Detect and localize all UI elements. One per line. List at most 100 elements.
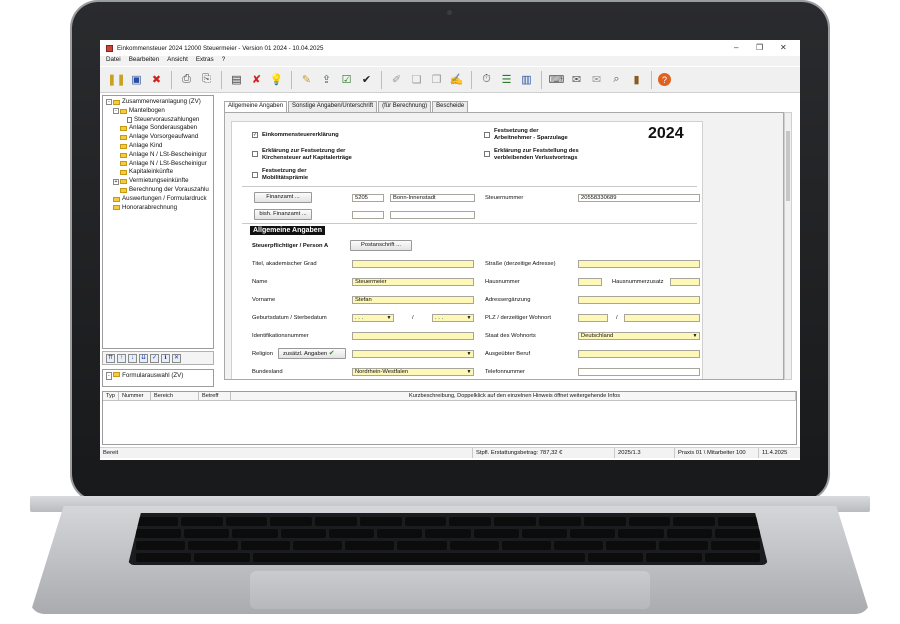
postanschrift-button[interactable]: Postanschrift ...	[350, 240, 412, 251]
tree-item[interactable]: Anlage Sonderausgaben	[106, 124, 211, 133]
tab-sonstige-angaben[interactable]: Sonstige Angaben/Unterschrift	[288, 101, 378, 112]
dropdown-arrow-icon[interactable]: ▼	[466, 370, 472, 375]
tree-item[interactable]: Steuervorauszahlungen	[106, 116, 211, 125]
menu-help[interactable]: ?	[222, 56, 226, 66]
list-icon[interactable]: ☰	[498, 71, 515, 88]
form-check-icon[interactable]: ✎	[298, 71, 315, 88]
menu-ansicht[interactable]: Ansicht	[167, 56, 188, 66]
open-icon[interactable]: ❚❚	[107, 71, 125, 88]
finanzamt-button[interactable]: Finanzamt ...	[254, 192, 312, 203]
calculate-icon[interactable]: ▤	[228, 71, 245, 88]
close-icon[interactable]: ✕	[780, 43, 787, 52]
send-icon[interactable]: ⇪	[318, 71, 335, 88]
help-icon[interactable]: ?	[658, 73, 671, 86]
paste-disabled-icon[interactable]: ❐	[428, 71, 445, 88]
collapse-icon[interactable]: -	[113, 108, 119, 115]
minimize-icon[interactable]: –	[734, 43, 738, 52]
idnr-field[interactable]	[352, 332, 474, 340]
plz-field[interactable]	[578, 314, 608, 322]
col-typ[interactable]: Typ	[103, 392, 119, 400]
scanner-icon[interactable]: ⌨	[548, 71, 565, 88]
save-icon[interactable]: ▣	[128, 71, 145, 88]
print-preview-icon[interactable]: ⎘	[198, 71, 215, 88]
delete-icon[interactable]: ✖	[148, 71, 165, 88]
print-icon[interactable]: ⎙	[178, 71, 195, 88]
info-tree-icon[interactable]: ℹ	[161, 353, 170, 363]
expand-icon[interactable]: +	[113, 178, 119, 185]
cancel-calc-icon[interactable]: ✘	[248, 71, 265, 88]
est-checkbox[interactable]: ✓	[252, 132, 258, 138]
tree-item[interactable]: + Vermietungseinkünfte	[106, 177, 211, 186]
wohnort-field[interactable]	[624, 314, 700, 322]
tree-item[interactable]: Auswertungen / Formulardruck	[106, 195, 211, 204]
hausnummer-field[interactable]	[578, 278, 602, 286]
search-doc-icon[interactable]: ⌕	[608, 71, 625, 88]
timer-icon[interactable]: ⏱	[478, 71, 495, 88]
menu-extras[interactable]: Extras	[196, 56, 214, 66]
bish-finanzamt-button[interactable]: bish. Finanzamt ...	[254, 209, 312, 220]
bish-finanzamt-name-field[interactable]	[390, 211, 475, 219]
document-icon[interactable]: ✉	[568, 71, 585, 88]
vorname-field[interactable]: Stefan	[352, 296, 474, 304]
steuernummer-field[interactable]: 20558330689	[578, 194, 700, 202]
telefon-field[interactable]	[578, 368, 700, 376]
tree-item[interactable]: - Mantelbogen	[106, 107, 211, 116]
dropdown-arrow-icon[interactable]: ▼	[386, 316, 392, 321]
finanzamt-nr-field[interactable]: 5205	[352, 194, 384, 202]
dropdown-arrow-icon[interactable]: ▼	[692, 334, 698, 339]
down-icon[interactable]: ↓	[128, 353, 137, 363]
collapse-all-icon[interactable]: ⇊	[139, 353, 148, 363]
tree-item[interactable]: Kapitaleinkünfte	[106, 168, 211, 177]
check-tree-icon[interactable]: ✓	[150, 353, 159, 363]
tree-item[interactable]: Honorarabrechnung	[106, 204, 211, 213]
tree-item[interactable]: Anlage N / LSt-Bescheinigur	[106, 151, 211, 160]
hint-icon[interactable]: 💡	[268, 71, 285, 88]
bish-finanzamt-nr-field[interactable]	[352, 211, 384, 219]
zusaetzl-angaben-button[interactable]: zusätzl. Angaben ✔	[278, 348, 346, 359]
name-field[interactable]: Steuermeier	[352, 278, 474, 286]
maximize-icon[interactable]: ❐	[756, 43, 763, 52]
col-nummer[interactable]: Nummer	[119, 392, 151, 400]
beruf-field[interactable]	[578, 350, 700, 358]
strasse-field[interactable]	[578, 260, 700, 268]
collapse-icon[interactable]: -	[106, 99, 112, 106]
mobilitaet-checkbox[interactable]	[252, 172, 258, 178]
geburtsdatum-field[interactable]: . . . ▼	[352, 314, 394, 322]
staat-select[interactable]: Deutschland ▼	[578, 332, 700, 340]
sparzulage-checkbox[interactable]	[484, 132, 490, 138]
finanzamt-name-field[interactable]: Bonn-Innenstadt	[390, 194, 475, 202]
bundesland-select[interactable]: Nordrhein-Westfalen ▼	[352, 368, 474, 376]
tab-bescheide[interactable]: Bescheide	[432, 101, 469, 112]
dropdown-arrow-icon[interactable]: ▼	[466, 316, 472, 321]
hausnummerzusatz-field[interactable]	[670, 278, 700, 286]
mail-icon[interactable]: ✉	[588, 71, 605, 88]
edit-disabled-icon[interactable]: ✐	[388, 71, 405, 88]
form-scrollbar[interactable]	[784, 112, 792, 380]
titel-field[interactable]	[352, 260, 474, 268]
religion-select[interactable]: ▼	[352, 350, 474, 358]
approve-icon[interactable]: ☑	[338, 71, 355, 88]
tab-fuer-berechnung[interactable]: (für Berechnung)	[378, 101, 432, 112]
col-bereich[interactable]: Bereich	[151, 392, 199, 400]
up-icon[interactable]: ↑	[117, 353, 126, 363]
tree-item[interactable]: Anlage Kind	[106, 142, 211, 151]
expand-all-icon[interactable]: ⇈	[106, 353, 115, 363]
scroll-thumb[interactable]	[786, 131, 790, 201]
brush-icon[interactable]: ✍	[448, 71, 465, 88]
menu-bearbeiten[interactable]: Bearbeiten	[129, 56, 159, 66]
collapse-box-icon[interactable]: -	[106, 372, 112, 380]
col-betreff[interactable]: Betreff	[199, 392, 231, 400]
verlust-checkbox[interactable]	[484, 151, 490, 157]
tree-item[interactable]: Anlage N / LSt-Bescheinigur	[106, 160, 211, 169]
checkmark-icon[interactable]: ✔	[358, 71, 375, 88]
col-kurzbeschreibung[interactable]: Kurzbeschreibung, Doppelklick auf den ei…	[231, 392, 796, 400]
adresserg-field[interactable]	[578, 296, 700, 304]
form-selector[interactable]: - Formularauswahl (ZV)	[102, 369, 214, 387]
close-tree-icon[interactable]: ✕	[172, 353, 181, 363]
sterbedatum-field[interactable]: . . . ▼	[432, 314, 474, 322]
chart-icon[interactable]: ▥	[518, 71, 535, 88]
kirchensteuer-checkbox[interactable]	[252, 151, 258, 157]
book-icon[interactable]: ▮	[628, 71, 645, 88]
menu-datei[interactable]: Datei	[106, 56, 121, 66]
tree-item[interactable]: Berechnung der Vorauszahlu	[106, 186, 211, 195]
